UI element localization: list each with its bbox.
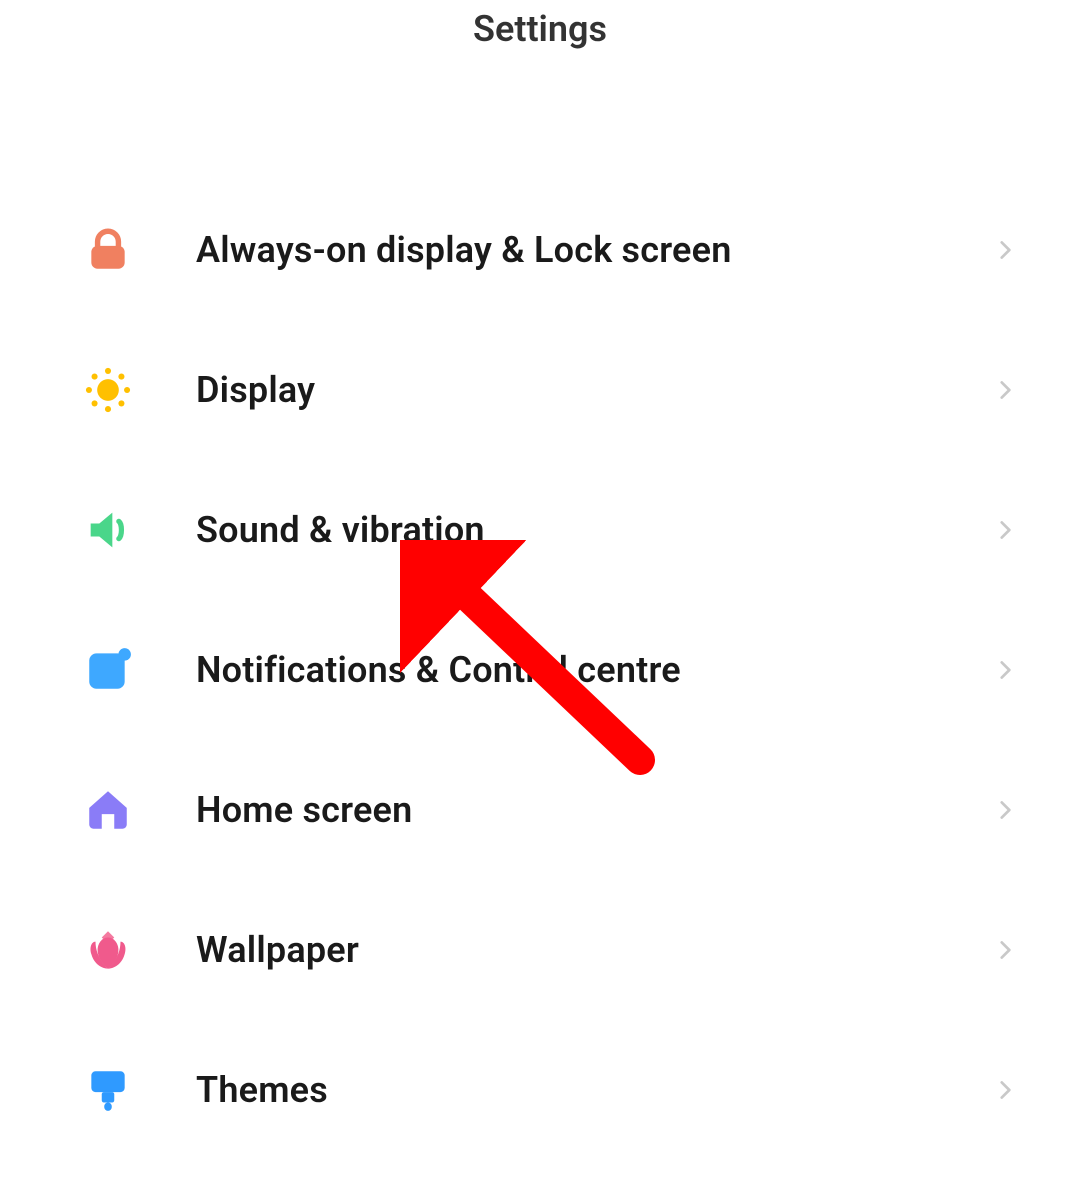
chevron-right-icon [990,515,1020,545]
home-icon [80,782,136,838]
speaker-icon [80,502,136,558]
settings-list: Always-on display & Lock screen Display [0,50,1080,1160]
chevron-right-icon [990,235,1020,265]
chevron-right-icon [990,935,1020,965]
settings-item-wallpaper[interactable]: Wallpaper [80,880,1020,1020]
settings-item-home[interactable]: Home screen [80,740,1020,880]
chevron-right-icon [990,1075,1020,1105]
settings-item-display[interactable]: Display [80,320,1020,460]
settings-item-label: Wallpaper [196,929,990,971]
lock-icon [80,222,136,278]
chevron-right-icon [990,795,1020,825]
settings-item-label: Themes [196,1069,990,1111]
brush-icon [80,1062,136,1118]
settings-item-aod-lock[interactable]: Always-on display & Lock screen [80,180,1020,320]
chevron-right-icon [990,655,1020,685]
page-header: Settings [0,0,1080,50]
sun-icon [80,362,136,418]
settings-item-label: Display [196,369,990,411]
flower-icon [80,922,136,978]
notification-icon [80,642,136,698]
settings-item-label: Always-on display & Lock screen [196,229,990,271]
settings-item-notifications[interactable]: Notifications & Control centre [80,600,1020,740]
settings-item-label: Sound & vibration [196,509,990,551]
settings-item-themes[interactable]: Themes [80,1020,1020,1160]
settings-item-label: Home screen [196,789,990,831]
page-title: Settings [0,8,1080,50]
settings-item-sound[interactable]: Sound & vibration [80,460,1020,600]
settings-item-label: Notifications & Control centre [196,649,990,691]
chevron-right-icon [990,375,1020,405]
